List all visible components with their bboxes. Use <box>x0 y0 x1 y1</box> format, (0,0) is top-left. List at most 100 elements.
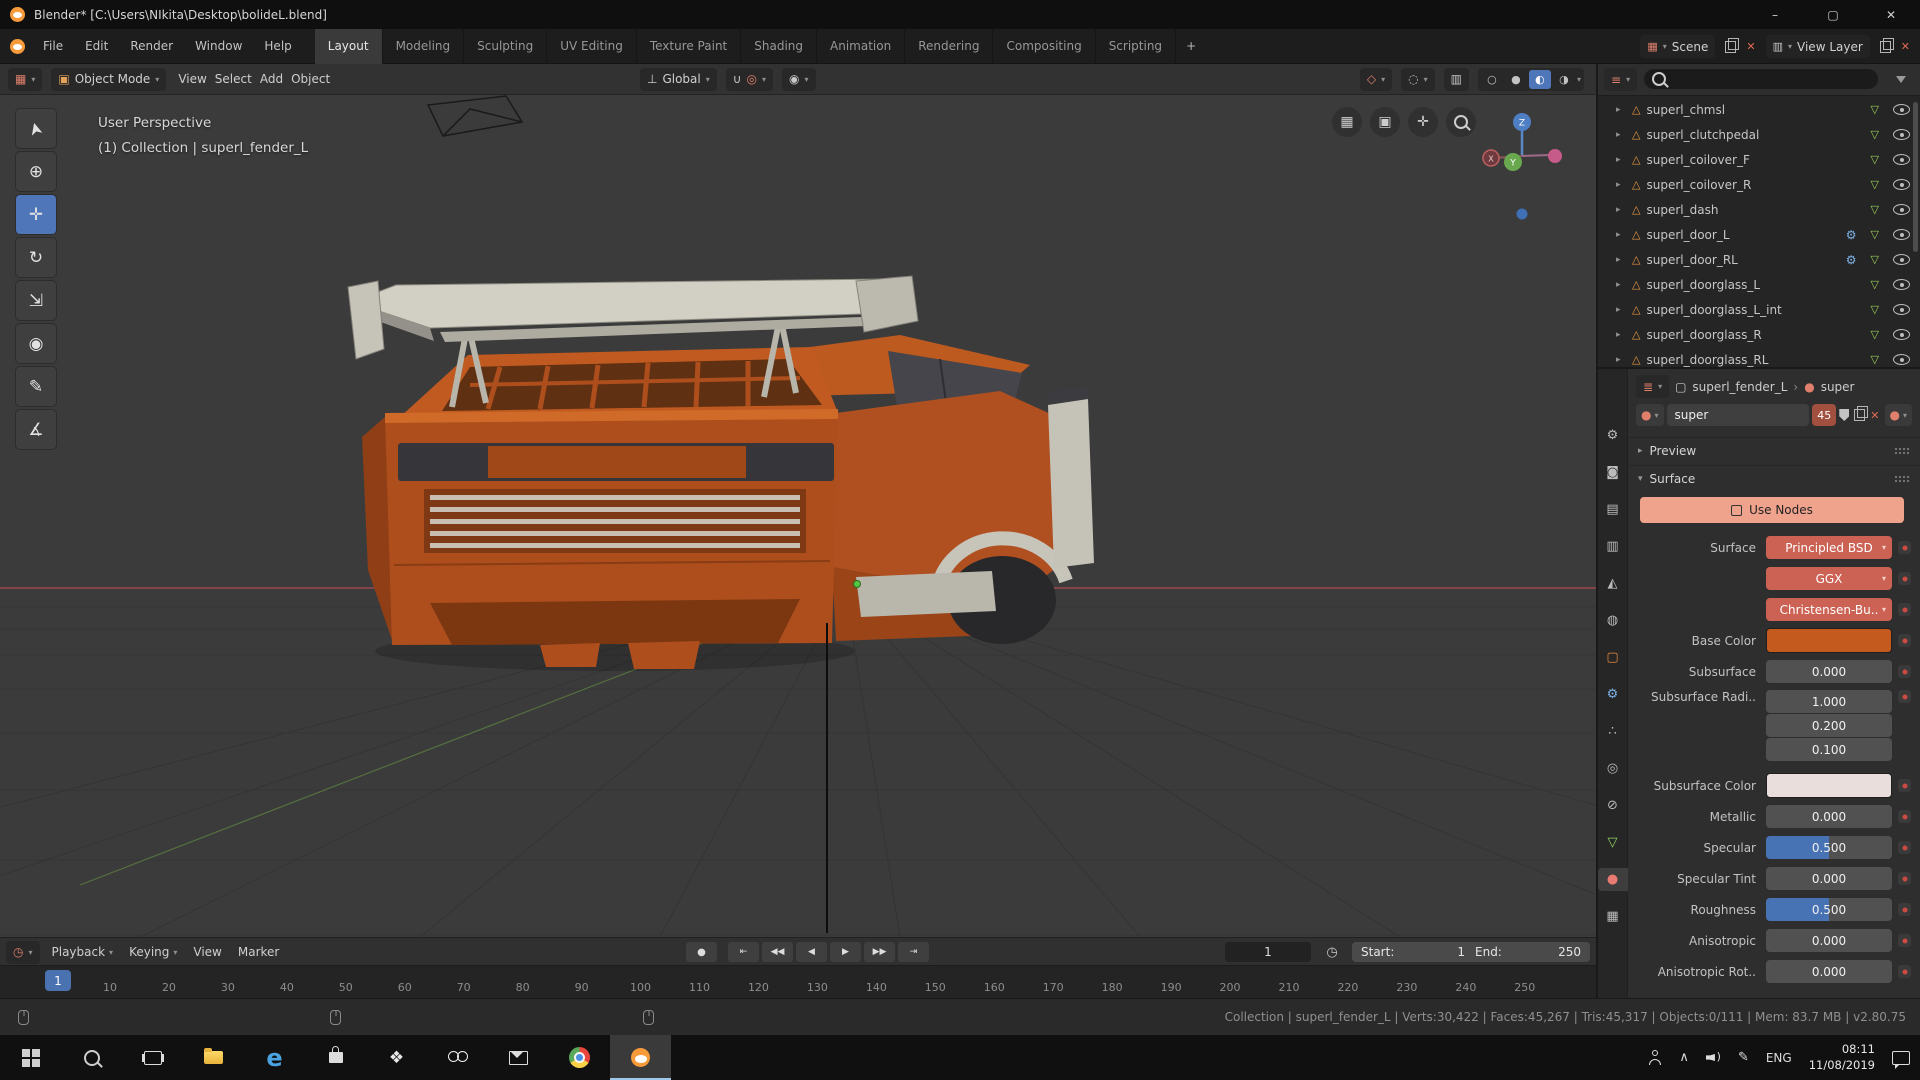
timeline-menu-keying[interactable]: Keying▾ <box>129 945 177 959</box>
properties-tab-world[interactable]: ◍ <box>1598 609 1628 632</box>
notification-center-icon[interactable] <box>1892 1051 1910 1065</box>
timeline-menu-playback[interactable]: Playback▾ <box>52 945 114 959</box>
workspace-tab-layout[interactable]: Layout <box>315 29 383 64</box>
hide-toggle-eye-icon[interactable] <box>1893 329 1910 340</box>
current-frame-field[interactable]: 1 <box>1225 942 1311 962</box>
properties-tab-tool[interactable]: ⚙ <box>1598 424 1628 447</box>
shading-wireframe-button[interactable]: ○ <box>1481 70 1503 89</box>
animate-dot[interactable] <box>1898 690 1911 703</box>
outliner-search-input[interactable] <box>1644 69 1878 89</box>
view-layer-selector[interactable]: ▥ ▾ View Layer <box>1766 35 1870 58</box>
proportional-edit-dropdown[interactable]: ◉ ▾ <box>782 68 816 91</box>
value-slider[interactable]: 0.100 <box>1766 738 1892 761</box>
camera-object[interactable] <box>428 96 522 136</box>
timeline-menu-marker[interactable]: Marker <box>238 945 279 959</box>
navigation-gizmo[interactable]: Z X Y <box>1477 111 1567 231</box>
shading-options-caret-icon[interactable]: ▾ <box>1577 75 1581 84</box>
value-slider[interactable]: 1.000 <box>1766 690 1892 713</box>
show-gizmo-dropdown[interactable]: ◇ ▾ <box>1360 68 1392 91</box>
xray-toggle[interactable]: ▥ <box>1444 68 1469 91</box>
taskbar-search-button[interactable] <box>61 1035 122 1080</box>
timeline-editor-type-button[interactable]: ◷ ▾ <box>6 941 40 964</box>
hide-toggle-eye-icon[interactable] <box>1893 104 1910 115</box>
animate-dot[interactable] <box>1898 810 1911 823</box>
outliner-item[interactable]: ▸△superl_dash▽ <box>1598 197 1920 222</box>
workspace-tab-texture-paint[interactable]: Texture Paint <box>637 29 741 64</box>
grid-toggle-icon[interactable]: ▦ <box>1332 107 1362 137</box>
hide-toggle-eye-icon[interactable] <box>1893 204 1910 215</box>
hide-toggle-eye-icon[interactable] <box>1893 304 1910 315</box>
mail-button[interactable] <box>488 1035 549 1080</box>
auto-keying-clock-icon[interactable]: ◷ <box>1320 942 1344 962</box>
shading-material-button[interactable]: ◐ <box>1529 70 1551 89</box>
language-indicator[interactable]: ENG <box>1766 1051 1792 1065</box>
gizmo-neg-z-axis[interactable] <box>1517 209 1528 220</box>
transform-tool[interactable]: ◉ <box>15 323 57 364</box>
disclosure-icon[interactable]: ▸ <box>1616 255 1626 265</box>
animate-dot[interactable] <box>1898 779 1911 792</box>
overlays-dropdown[interactable]: ◌ ▾ <box>1401 68 1435 91</box>
outliner-item[interactable]: ▸△superl_doorglass_L_int▽ <box>1598 297 1920 322</box>
outliner-item[interactable]: ▸△superl_doorglass_RL▽ <box>1598 347 1920 367</box>
animate-dot[interactable] <box>1898 541 1911 554</box>
hide-toggle-eye-icon[interactable] <box>1893 279 1910 290</box>
animate-dot[interactable] <box>1898 903 1911 916</box>
outliner-item[interactable]: ▸△superl_chmsl▽ <box>1598 97 1920 122</box>
disclosure-icon[interactable]: ▸ <box>1616 230 1626 240</box>
disclosure-icon[interactable]: ▸ <box>1616 330 1626 340</box>
store-button[interactable] <box>305 1035 366 1080</box>
value-slider[interactable]: 0.500 <box>1766 898 1892 921</box>
disclosure-icon[interactable]: ▸ <box>1616 355 1626 365</box>
new-scene-icon[interactable] <box>1725 41 1736 53</box>
mode-dropdown[interactable]: ▣ Object Mode ▾ <box>51 68 166 91</box>
workspace-tab-animation[interactable]: Animation <box>817 29 905 64</box>
next-keyframe-button[interactable]: ▶▶ <box>864 942 895 962</box>
people-icon[interactable] <box>1648 1050 1662 1065</box>
outliner-item[interactable]: ▸△superl_clutchpedal▽ <box>1598 122 1920 147</box>
outliner-item[interactable]: ▸△superl_coilover_R▽ <box>1598 172 1920 197</box>
value-slider[interactable]: 0.000 <box>1766 805 1892 828</box>
close-button[interactable]: ✕ <box>1862 0 1920 29</box>
tray-clock[interactable]: 08:11 11/08/2019 <box>1809 1042 1875 1073</box>
jump-start-button[interactable]: ⇤ <box>728 942 759 962</box>
viewport-menu-view[interactable]: View <box>175 72 209 86</box>
value-slider[interactable]: 0.000 <box>1766 867 1892 890</box>
app-circles-button[interactable] <box>427 1035 488 1080</box>
blender-menu-icon[interactable] <box>9 38 26 55</box>
shading-solid-button[interactable]: ● <box>1505 70 1527 89</box>
menu-help[interactable]: Help <box>255 29 300 63</box>
hide-toggle-eye-icon[interactable] <box>1893 229 1910 240</box>
workspace-tab-compositing[interactable]: Compositing <box>993 29 1095 64</box>
unlink-material-icon[interactable]: ✕ <box>1868 409 1881 422</box>
color-swatch[interactable] <box>1766 628 1892 653</box>
scene-selector[interactable]: ▦ ▾ Scene <box>1640 35 1715 58</box>
material-specials-dropdown[interactable]: ● ▾ <box>1885 404 1913 426</box>
filter-icon[interactable] <box>1896 76 1906 83</box>
breadcrumb-object[interactable]: superl_fender_L <box>1692 380 1787 394</box>
pen-icon[interactable]: ✎ <box>1738 1050 1749 1065</box>
disclosure-icon[interactable]: ▸ <box>1616 180 1626 190</box>
menu-window[interactable]: Window <box>186 29 251 63</box>
start-button[interactable] <box>0 1035 61 1080</box>
select-box-tool[interactable]: ➤ <box>15 108 57 149</box>
play-button[interactable]: ▶ <box>830 942 861 962</box>
dropbox-button[interactable]: ❖ <box>366 1035 427 1080</box>
use-nodes-button[interactable]: Use Nodes <box>1640 497 1904 523</box>
maximize-button[interactable]: ▢ <box>1804 0 1862 29</box>
editor-type-button[interactable]: ▦ ▾ <box>8 68 42 91</box>
pan-hand-icon[interactable]: ✛ <box>1408 107 1438 137</box>
prev-keyframe-button[interactable]: ◀◀ <box>762 942 793 962</box>
frame-start-field[interactable]: Start: 1 <box>1352 942 1474 962</box>
properties-tab-scene[interactable]: ◭ <box>1598 572 1628 595</box>
material-users-badge[interactable]: 45 <box>1812 404 1836 426</box>
properties-tab-object-data[interactable]: ▽ <box>1598 831 1628 854</box>
disclosure-icon[interactable]: ▸ <box>1616 305 1626 315</box>
blender-taskbar-button[interactable] <box>610 1035 671 1080</box>
volume-icon[interactable] <box>1706 1051 1721 1064</box>
prop-dropdown[interactable]: Principled BSD▾ <box>1766 536 1892 559</box>
outliner-item[interactable]: ▸△superl_doorglass_R▽ <box>1598 322 1920 347</box>
properties-tab-output[interactable]: ▤ <box>1598 498 1628 521</box>
viewport-menu-select[interactable]: Select <box>212 72 255 86</box>
value-slider[interactable]: 0.000 <box>1766 929 1892 952</box>
task-view-button[interactable] <box>122 1035 183 1080</box>
